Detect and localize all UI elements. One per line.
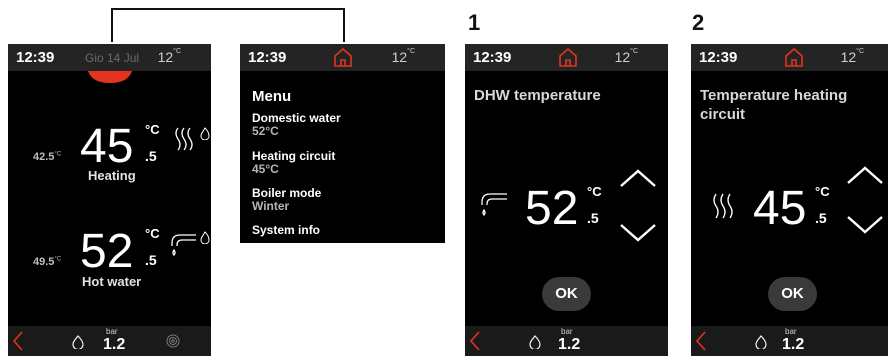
status-bar: 12:39 12°C <box>465 44 668 71</box>
status-bar: 12:39 Gio 14 Jul 12°C <box>8 44 211 71</box>
bottom-bar: bar 1.2 <box>691 326 888 356</box>
navigation-connector <box>111 8 345 42</box>
burner-flame-icon <box>72 335 84 349</box>
home-icon[interactable] <box>333 47 353 68</box>
heating-flame-icon <box>200 127 211 141</box>
menu-item-label: Boiler mode <box>252 186 322 200</box>
heating-circuit-temp-unit: °C <box>815 184 830 199</box>
pulldown-tab[interactable] <box>88 71 132 84</box>
menu-item-boiler-mode[interactable]: Boiler mode Winter <box>252 187 321 213</box>
back-chevron-icon[interactable] <box>695 330 707 352</box>
ok-button[interactable]: OK <box>768 277 817 311</box>
home-icon[interactable] <box>784 47 804 68</box>
clock: 12:39 <box>699 49 738 66</box>
heating-label: Heating <box>88 168 136 183</box>
back-chevron-icon[interactable] <box>469 330 481 352</box>
menu-item-value: 52°C <box>252 124 279 138</box>
heating-circuit-temp-decimal: .5 <box>815 210 827 226</box>
pressure-unit: bar <box>106 327 118 336</box>
outdoor-temp: 12°C <box>614 48 638 65</box>
menu-item-value: Winter <box>252 199 290 213</box>
menu-item-label: Domestic water <box>252 111 341 125</box>
bottom-bar: bar 1.2 <box>465 326 668 356</box>
pressure-unit: bar <box>785 327 797 336</box>
pressure-readout: bar 1.2 <box>782 327 805 354</box>
step-number-1: 1 <box>468 10 481 35</box>
outdoor-temp-value: 12 <box>614 49 631 65</box>
status-bar: 12:39 12°C <box>691 44 888 71</box>
dhw-screen: 12:39 12°C DHW temperature 52 °C .5 OK b… <box>465 44 668 356</box>
pressure-unit: bar <box>561 327 573 336</box>
outdoor-temp-unit: °C <box>856 48 864 55</box>
heating-temp-value[interactable]: 45 <box>80 119 133 174</box>
date: Gio 14 Jul <box>85 51 140 65</box>
outdoor-temp: 12°C <box>840 48 864 65</box>
menu-item-label: System info <box>252 223 321 237</box>
outdoor-temp: 12°C <box>391 48 415 65</box>
faucet-icon <box>477 191 509 221</box>
page-title: DHW temperature <box>474 87 601 104</box>
heating-temp-decimal: .5 <box>145 148 157 164</box>
heating-circuit-temp-value: 45 <box>753 182 807 235</box>
menu-item-label: Heating circuit <box>252 149 336 163</box>
back-chevron-icon[interactable] <box>12 330 24 352</box>
outdoor-temp-unit: °C <box>407 48 415 55</box>
clock: 12:39 <box>16 49 55 66</box>
hotwater-setpoint-unit: °C <box>54 256 62 263</box>
spiral-icon <box>166 334 180 348</box>
step-number-2: 2 <box>692 10 705 35</box>
outdoor-temp-unit: °C <box>630 48 638 55</box>
heating-temp-unit: °C <box>145 122 160 137</box>
hotwater-flame-icon <box>200 231 211 245</box>
status-bar: 12:39 12°C <box>240 44 445 71</box>
decrease-chevron-button[interactable] <box>845 214 885 236</box>
page-title-line2: circuit <box>700 106 746 123</box>
heating-circuit-screen: 12:39 12°C Temperature heating circuit 4… <box>691 44 888 356</box>
outdoor-temp-unit: °C <box>173 48 181 55</box>
hotwater-temp-unit: °C <box>145 226 160 241</box>
menu-screen: 12:39 12°C Menu Domestic water 52°C Heat… <box>240 44 445 243</box>
hotwater-temp-decimal: .5 <box>145 252 157 268</box>
dhw-temp-unit: °C <box>587 184 602 199</box>
clock: 12:39 <box>248 49 287 66</box>
home-icon[interactable] <box>558 47 578 68</box>
burner-flame-icon <box>529 335 541 349</box>
page-title-line1: Temperature heating <box>700 87 848 104</box>
pressure-readout: bar 1.2 <box>103 327 126 354</box>
pressure-value: 1.2 <box>782 336 805 353</box>
increase-chevron-button[interactable] <box>618 167 658 189</box>
ok-button[interactable]: OK <box>542 277 591 311</box>
pressure-value: 1.2 <box>103 336 126 353</box>
radiator-icon <box>711 192 737 220</box>
pressure-readout: bar 1.2 <box>558 327 581 354</box>
heating-setpoint-unit: °C <box>54 151 62 158</box>
hotwater-label: Hot water <box>82 274 142 289</box>
faucet-icon <box>168 232 198 260</box>
outdoor-temp-value: 12 <box>840 49 857 65</box>
dhw-temp-decimal: .5 <box>587 210 599 226</box>
menu-item-domestic-water[interactable]: Domestic water 52°C <box>252 112 341 138</box>
bottom-bar: bar 1.2 <box>8 326 211 356</box>
hotwater-temp-value[interactable]: 52 <box>80 224 133 279</box>
radiator-icon <box>174 126 198 152</box>
pressure-value: 1.2 <box>558 336 581 353</box>
outdoor-temp-value: 12 <box>157 49 174 65</box>
main-screen: 12:39 Gio 14 Jul 12°C 42.5°C 45 °C .5 He… <box>8 44 211 356</box>
menu-item-system-info[interactable]: System info <box>252 224 320 237</box>
outdoor-temp-value: 12 <box>391 49 408 65</box>
burner-flame-icon <box>755 335 767 349</box>
increase-chevron-button[interactable] <box>845 164 885 186</box>
hotwater-setpoint-value: 49.5 <box>33 256 55 268</box>
menu-title: Menu <box>252 88 292 105</box>
outdoor-temp: 12°C <box>157 48 181 65</box>
page-title: Temperature heating circuit <box>700 86 847 124</box>
hotwater-setpoint: 49.5°C <box>33 256 61 268</box>
menu-item-heating-circuit[interactable]: Heating circuit 45°C <box>252 150 335 176</box>
menu-item-value: 45°C <box>252 162 279 176</box>
dhw-temp-value: 52 <box>525 182 579 235</box>
heating-setpoint-value: 42.5 <box>33 151 55 163</box>
heating-setpoint: 42.5°C <box>33 151 61 163</box>
decrease-chevron-button[interactable] <box>618 222 658 244</box>
clock: 12:39 <box>473 49 512 66</box>
